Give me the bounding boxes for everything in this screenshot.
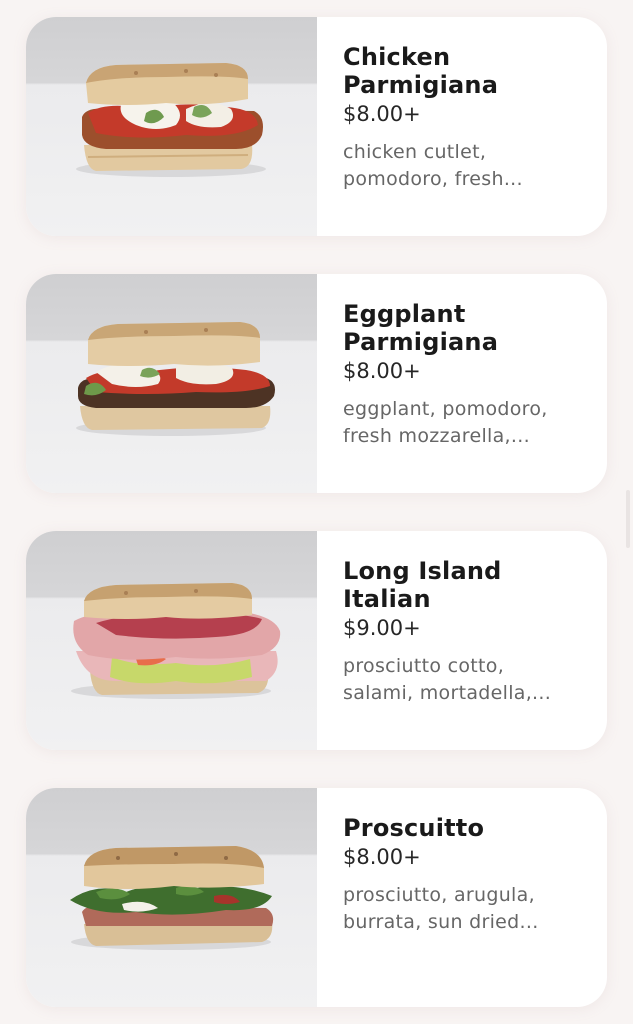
menu-item-description: prosciutto, arugula, burrata, sun dried.… [343,882,593,936]
menu-item-name-line: Eggplant [343,300,466,328]
menu-item-info: Eggplant Parmigiana $8.00+ eggplant, pom… [343,300,593,450]
menu-item-card-proscuitto[interactable]: Proscuitto $8.00+ prosciutto, arugula, b… [26,788,607,1007]
menu-item-info: Long Island Italian $9.00+ prosciutto co… [343,557,593,707]
menu-item-description-line: prosciutto cotto, [343,655,505,677]
menu-item-info: Proscuitto $8.00+ prosciutto, arugula, b… [343,814,593,936]
menu-item-price: $8.00+ [343,102,421,126]
menu-item-price: $8.00+ [343,359,421,383]
menu-item-description-line: pomodoro, fresh... [343,168,523,190]
scrollbar-thumb[interactable] [626,490,630,548]
menu-item-name-line: Italian [343,585,431,613]
menu-item-name: Long Island Italian [343,557,593,613]
menu-item-card-eggplant-parmigiana[interactable]: Eggplant Parmigiana $8.00+ eggplant, pom… [26,274,607,493]
menu-item-card-chicken-parmigiana[interactable]: Chicken Parmigiana $8.00+ chicken cutlet… [26,17,607,236]
menu-item-price: $8.00+ [343,845,421,869]
menu-item-info: Chicken Parmigiana $8.00+ chicken cutlet… [343,43,593,193]
menu-item-name-line: Chicken [343,43,451,71]
menu-item-name: Eggplant Parmigiana [343,300,593,356]
sandwich-prosciutto-photo [26,788,317,1007]
menu-item-description-line: prosciutto, arugula, [343,884,535,906]
menu-item-price: $9.00+ [343,616,421,640]
sandwich-eggplant-parm-photo [26,274,317,493]
menu-item-description-line: chicken cutlet, [343,141,487,163]
menu-item-card-long-island-italian[interactable]: Long Island Italian $9.00+ prosciutto co… [26,531,607,750]
sandwich-chicken-parm-photo [26,17,317,236]
menu-item-name-line: Parmigiana [343,71,499,99]
menu-item-name-line: Parmigiana [343,328,499,356]
menu-item-name: Chicken Parmigiana [343,43,593,99]
menu-item-description-line: burrata, sun dried... [343,911,539,933]
menu-item-name-line: Long Island [343,557,502,585]
menu-item-description-line: fresh mozzarella,... [343,425,530,447]
menu-item-description-line: salami, mortadella,... [343,682,552,704]
menu-item-name-line: Proscuitto [343,814,485,842]
menu-item-list: Chicken Parmigiana $8.00+ chicken cutlet… [0,0,633,1024]
menu-item-description: prosciutto cotto, salami, mortadella,... [343,653,593,707]
menu-item-description: chicken cutlet, pomodoro, fresh... [343,139,593,193]
menu-item-description: eggplant, pomodoro, fresh mozzarella,... [343,396,593,450]
menu-item-description-line: eggplant, pomodoro, [343,398,548,420]
menu-item-name: Proscuitto [343,814,593,842]
sandwich-long-island-italian-photo [26,531,317,750]
